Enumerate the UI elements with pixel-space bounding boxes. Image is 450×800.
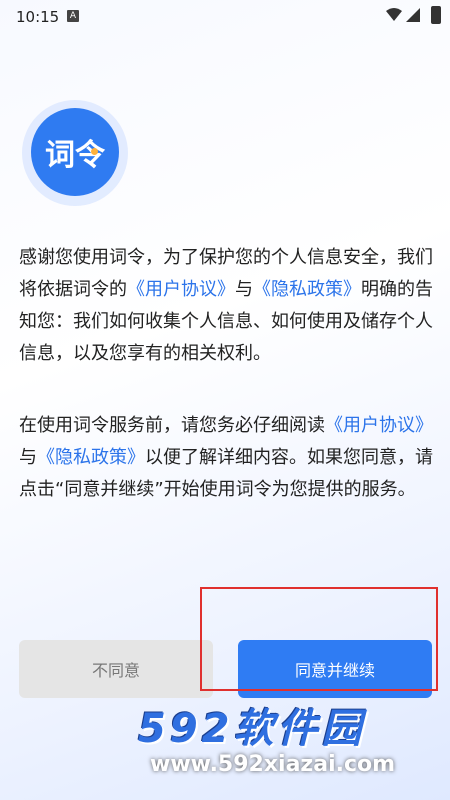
wifi-icon xyxy=(386,8,402,21)
highlight-annotation-box xyxy=(200,587,438,691)
watermark: 592软件园 www.592xiazai.com xyxy=(130,692,450,792)
privacy-policy-link-2[interactable]: 《隐私政策》 xyxy=(37,447,145,468)
privacy-intro-paragraph: 感谢您使用词令，为了保护您的个人信息安全，我们将依据词令的《用户协议》与《隐私政… xyxy=(19,242,433,370)
paragraph2-text-a: 在使用词令服务前，请您务必仔细阅读 xyxy=(19,415,325,436)
paragraph1-text-b: 与 xyxy=(235,279,253,300)
disagree-button[interactable]: 不同意 xyxy=(19,640,213,698)
watermark-url: www.592xiazai.com xyxy=(150,752,396,777)
battery-icon xyxy=(431,6,441,24)
user-agreement-link[interactable]: 《用户协议》 xyxy=(127,279,235,300)
app-logo: 词令 xyxy=(31,108,119,196)
logo-accent-dot xyxy=(91,148,98,155)
privacy-consent-paragraph: 在使用词令服务前，请您务必仔细阅读《用户协议》与《隐私政策》以便了解详细内容。如… xyxy=(19,410,433,506)
status-time: 10:15 xyxy=(16,8,60,26)
notification-icon: A xyxy=(67,10,79,22)
watermark-title: 592软件园 xyxy=(138,706,366,752)
privacy-policy-link[interactable]: 《隐私政策》 xyxy=(253,279,361,300)
status-bar: 10:15 A xyxy=(0,0,450,34)
paragraph2-text-b: 与 xyxy=(19,447,37,468)
signal-icon xyxy=(406,8,420,22)
user-agreement-link-2[interactable]: 《用户协议》 xyxy=(325,415,433,436)
